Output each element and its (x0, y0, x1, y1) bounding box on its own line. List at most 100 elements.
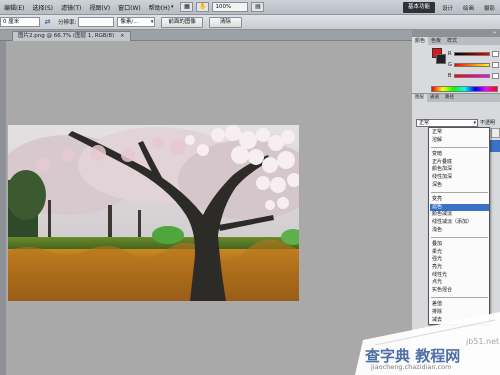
blend-mode-option[interactable]: 亮光 (430, 264, 489, 271)
blend-mode-option[interactable]: 线性减淡（添加） (430, 219, 489, 226)
blend-mode-option[interactable]: 变亮 (430, 196, 489, 203)
tab-channels[interactable]: 通道 (427, 94, 442, 102)
menu-bar: 编辑(E) 选择(S) 滤镜(T) 视图(V) 窗口(W) 帮助(H) ▾ ▦ ✋… (0, 0, 500, 15)
front-image-button[interactable]: 前面的图像 (161, 16, 203, 28)
color-panel: 颜色 色板 样式 R G B (412, 37, 500, 94)
blend-mode-option[interactable]: 浅色 (430, 227, 489, 234)
blend-mode-option[interactable]: 线性加深 (430, 174, 489, 181)
zoom-level-field[interactable]: 100% (212, 2, 249, 12)
workspace-design-button[interactable]: 设计 (437, 4, 458, 12)
screen-mode-icon[interactable]: ▤ (251, 2, 265, 12)
blend-mode-option[interactable]: 溶解 (430, 137, 489, 144)
workspace-switcher: 基本功能 设计 绘画 摄影 (402, 0, 500, 15)
blend-mode-option[interactable]: 柔光 (430, 249, 489, 256)
menu-view-label: 视图(V) (89, 4, 111, 12)
red-slider[interactable] (454, 52, 490, 56)
cherry-blossom-photo (8, 125, 299, 301)
blue-value-field[interactable] (492, 73, 499, 79)
menu-filter-label: 滤镜(T) (60, 4, 82, 12)
blend-mode-dropdown: 正常 溶解变暗 正片叠底 颜色加深 线性加深 深色变亮 滤色 颜色减淡 线性减淡（添加） 浅色叠加… (428, 127, 490, 325)
document-tab-bar: 图片2.png @ 66.7% (图层 1, RGB/8) × (0, 30, 412, 41)
hand-tool-icon[interactable]: ✋ (196, 2, 210, 12)
blend-mode-row: 正常 ▾ 不透明 (416, 118, 500, 127)
close-icon[interactable]: × (120, 33, 125, 39)
resolution-unit-value: 像素/... (120, 19, 139, 25)
blend-mode-option[interactable]: 滤色 (430, 203, 489, 211)
swap-icon[interactable]: ⇄ (43, 18, 52, 26)
blend-mode-option[interactable]: 正常 (430, 129, 489, 136)
menu-select[interactable]: 选择(S) (28, 3, 57, 12)
green-value-field[interactable] (492, 62, 499, 68)
arrange-documents-icon[interactable]: ▦ (180, 2, 194, 12)
chevron-down-icon: ▾ (170, 4, 174, 10)
resolution-label: 分辨率: (58, 20, 77, 26)
blend-mode-option[interactable]: 颜色加深 (430, 166, 489, 173)
dropdown-separator (431, 192, 488, 194)
tab-swatches[interactable]: 色板 (428, 37, 444, 45)
blend-mode-select[interactable]: 正常 ▾ (416, 118, 478, 127)
document-tab-title: 图片2.png @ 66.7% (图层 1, RGB/8) (18, 33, 115, 39)
blend-mode-option[interactable]: 变暗 (430, 151, 489, 158)
workspace-essentials-label: 基本功能 (407, 4, 430, 10)
menu-edit-label: 编辑(E) (4, 4, 25, 12)
red-value-field[interactable] (492, 51, 499, 57)
tab-color[interactable]: 颜色 (412, 37, 429, 45)
chevron-down-icon: ▾ (473, 119, 476, 126)
blend-mode-option[interactable]: 正片叠底 (430, 159, 489, 166)
document-tab[interactable]: 图片2.png @ 66.7% (图层 1, RGB/8) × (12, 31, 131, 41)
tab-paths[interactable]: 路径 (442, 94, 457, 102)
blend-mode-option[interactable]: 点光 (430, 279, 489, 286)
color-panel-tabs: 颜色 色板 样式 (412, 37, 500, 45)
menu-help[interactable]: 帮助(H) ▾ (145, 3, 178, 12)
document-image[interactable] (8, 125, 299, 301)
watermark-site: jb51.net (466, 337, 500, 346)
workspace-photography-label: 摄影 (483, 5, 495, 12)
menu-view[interactable]: 视图(V) (85, 3, 114, 12)
background-color-swatch[interactable] (436, 54, 446, 64)
green-channel-label: G (448, 62, 452, 68)
chevron-down-icon: ▾ (150, 19, 154, 25)
blend-mode-option[interactable]: 叠加 (430, 241, 489, 248)
red-channel-label: R (448, 51, 452, 57)
width-value: 0 厘米 (3, 19, 20, 25)
blue-slider[interactable] (454, 74, 490, 78)
resolution-field[interactable] (78, 17, 115, 27)
workspace-painting-label: 绘画 (462, 5, 474, 12)
options-bar: 0 厘米 ⇄ 分辨率: 像素/... ▾ 前面的图像 清除 (0, 15, 500, 30)
width-field[interactable]: 0 厘米 (0, 17, 40, 27)
blend-mode-option[interactable]: 强光 (430, 256, 489, 263)
menu-filter[interactable]: 滤镜(T) (57, 3, 85, 12)
zoom-level-value: 100% (215, 4, 232, 10)
clear-button[interactable]: 清除 (208, 16, 242, 28)
menu-help-label: 帮助(H) (148, 4, 170, 12)
blend-mode-option[interactable]: 实色混合 (430, 287, 489, 294)
layer-thumbnail[interactable] (491, 128, 500, 138)
collapse-panels-icon[interactable]: » (412, 30, 500, 37)
blend-mode-option[interactable]: 颜色减淡 (430, 211, 489, 218)
workspace-painting-button[interactable]: 绘画 (458, 4, 479, 12)
green-slider[interactable] (454, 63, 490, 67)
clear-label: 清除 (219, 18, 231, 25)
menu-select-label: 选择(S) (32, 4, 53, 12)
blend-mode-option[interactable]: 深色 (430, 182, 489, 189)
watermark-url: jiaocheng.chazidian.com (371, 363, 452, 371)
workspace-essentials-button[interactable]: 基本功能 (402, 2, 435, 13)
tools-panel-edge (0, 41, 6, 375)
dropdown-separator (431, 297, 488, 299)
blend-mode-option[interactable]: 线性光 (430, 272, 489, 279)
tab-layers[interactable]: 图层 (412, 94, 427, 102)
dropdown-separator (431, 237, 488, 239)
front-image-label: 前面的图像 (168, 18, 196, 25)
menu-window[interactable]: 窗口(W) (114, 3, 145, 12)
blue-channel-label: B (448, 73, 452, 79)
menu-window-label: 窗口(W) (118, 4, 141, 12)
layers-panel-tabs: 图层 通道 路径 (412, 94, 500, 102)
workspace-photography-button[interactable]: 摄影 (479, 4, 500, 12)
dropdown-separator (431, 147, 488, 149)
color-spectrum-bar[interactable] (431, 86, 498, 92)
menu-edit[interactable]: 编辑(E) (0, 3, 28, 12)
opacity-label: 不透明 (480, 120, 496, 126)
resolution-unit-select[interactable]: 像素/... ▾ (117, 17, 156, 27)
blend-mode-value: 正常 (419, 119, 430, 126)
tab-styles[interactable]: 样式 (444, 37, 460, 45)
